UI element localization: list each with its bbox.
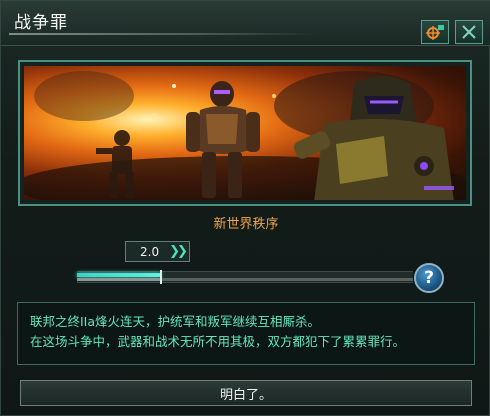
scene-frame bbox=[18, 60, 472, 206]
progress-handle[interactable] bbox=[160, 270, 162, 284]
description-line-1: 联邦之终IIa烽火连天，护统军和叛军继续互相厮杀。 bbox=[30, 314, 321, 329]
dialog-title: 战争罪 bbox=[14, 13, 68, 33]
progress-fill bbox=[77, 273, 161, 277]
progress-remaining bbox=[161, 278, 413, 281]
description-line-2: 在这场斗争中，武器和战术无所不用其极，双方都犯下了累累罪行。 bbox=[30, 334, 406, 349]
title-underline bbox=[9, 33, 319, 35]
confirm-label: 明白了。 bbox=[219, 387, 272, 403]
close-icon bbox=[462, 25, 476, 39]
help-button[interactable]: ? bbox=[414, 263, 444, 293]
progress-buffer bbox=[77, 278, 161, 281]
fast-forward-icon: ❯❯ bbox=[169, 244, 188, 259]
scene-artwork bbox=[24, 71, 466, 200]
scene-caption: 新世界秩序 bbox=[213, 217, 279, 232]
war-scene-illustration bbox=[24, 66, 466, 200]
playback-speed-button[interactable]: 2.0 ❯❯ bbox=[125, 241, 190, 262]
description-box: 联邦之终IIa烽火连天，护统军和叛军继续互相厮杀。 在这场斗争中，武器和战术无所… bbox=[17, 302, 475, 365]
speed-value: 2.0 bbox=[140, 244, 160, 259]
target-camera-icon bbox=[426, 25, 444, 40]
confirm-button[interactable]: 明白了。 bbox=[20, 380, 472, 406]
dialog-panel: 战争罪 新世界秩序 2.0 ❯❯ ? 联邦之终IIa烽火连天，护统军和叛军继续互… bbox=[0, 0, 490, 416]
close-button[interactable] bbox=[455, 20, 483, 44]
target-button[interactable] bbox=[421, 20, 449, 44]
playback-progress-slider[interactable] bbox=[77, 270, 413, 284]
dialog-header: 战争罪 bbox=[1, 1, 490, 46]
help-icon: ? bbox=[424, 268, 434, 288]
